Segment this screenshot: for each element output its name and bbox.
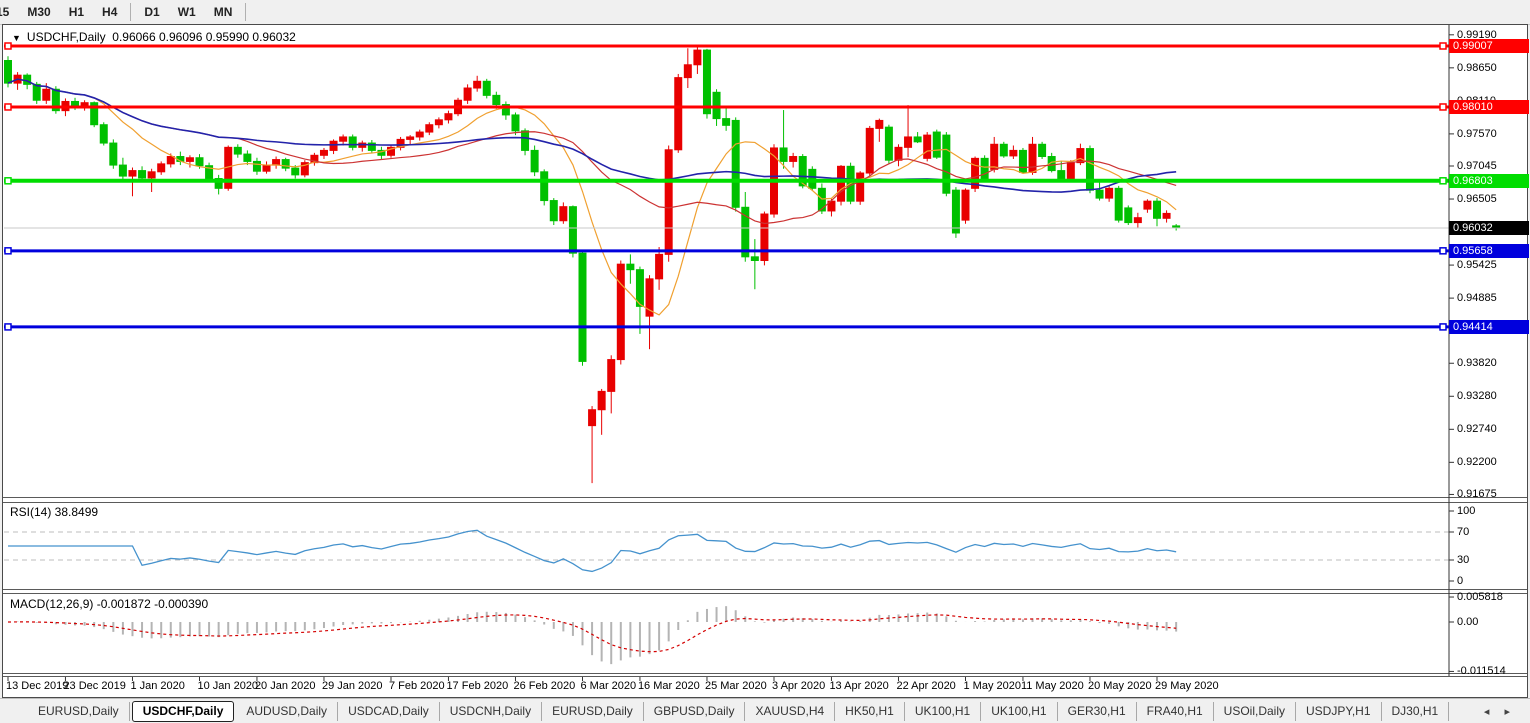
price-axis-tick: 0.95425: [1457, 259, 1497, 272]
price-line-badge: 0.99007: [1449, 39, 1529, 53]
chart-tab-eurusd-daily[interactable]: EURUSD,Daily: [542, 702, 644, 721]
chart-tab-uk100-h1[interactable]: UK100,H1: [981, 702, 1058, 721]
price-axis-tick: 0.97570: [1457, 127, 1497, 140]
price-axis-tick: 0.93820: [1457, 357, 1497, 370]
date-axis-label: 17 Feb 2020: [446, 680, 509, 692]
rsi-label: RSI(14) 38.8499: [10, 505, 99, 519]
date-axis-label: 3 Apr 2020: [772, 680, 826, 692]
chart-ohlc-values: 0.96066 0.96096 0.95990 0.96032: [112, 30, 296, 44]
date-axis-label: 6 Mar 2020: [580, 680, 637, 692]
rsi-axis-tick: 100: [1457, 505, 1476, 517]
timeframe-button-d1[interactable]: D1: [135, 3, 168, 21]
date-axis-label: 26 Feb 2020: [513, 680, 576, 692]
chart-tab-usdchf-daily[interactable]: USDCHF,Daily: [131, 701, 235, 722]
tab-scroll-arrows-icon[interactable]: ◂ ▸: [1470, 705, 1530, 718]
price-line-badge: 0.98010: [1449, 99, 1529, 114]
macd-label: MACD(12,26,9) -0.001872 -0.000390: [10, 597, 209, 611]
macd-axis-tick: -0.011514: [1457, 665, 1506, 678]
date-axis-label: 25 Mar 2020: [704, 680, 767, 692]
date-axis-label: 22 Apr 2020: [896, 680, 956, 692]
timeframe-button-w1[interactable]: W1: [169, 3, 205, 21]
chart-tab-xauusd-h4[interactable]: XAUUSD,H4: [745, 702, 836, 721]
rsi-axis-tick: 30: [1457, 554, 1470, 566]
date-axis-label: 13 Apr 2020: [829, 680, 889, 692]
chart-title: ▼ USDCHF,Daily 0.96066 0.96096 0.95990 0.…: [12, 30, 296, 44]
price-line-badge: 0.95658: [1449, 243, 1529, 258]
toolbar-separator: [245, 3, 247, 21]
date-axis-label: 7 Feb 2020: [389, 680, 445, 692]
macd-axis-tick: 0.00: [1457, 616, 1479, 628]
chart-tab-usdcad-daily[interactable]: USDCAD,Daily: [338, 702, 440, 721]
chart-tab-ger30-h1[interactable]: GER30,H1: [1058, 702, 1137, 721]
rsi-axis-tick: 0: [1457, 575, 1464, 587]
price-line-badge: 0.96803: [1449, 173, 1529, 188]
date-axis-label: 13 Dec 2019: [6, 680, 69, 692]
chart-tab-usdcnh-daily[interactable]: USDCNH,Daily: [440, 702, 543, 721]
chart-dropdown-icon[interactable]: ▼: [12, 33, 21, 43]
price-axis-tick: 0.92200: [1457, 456, 1497, 469]
timeframe-button-15[interactable]: 15: [0, 3, 18, 21]
date-axis-label: 29 Jan 2020: [321, 680, 383, 692]
chart-tab-usoil-daily[interactable]: USOil,Daily: [1214, 702, 1297, 721]
chart-tab-bar: EURUSD,Daily USDCHF,Daily AUDUSD,Daily USDC…: [0, 698, 1530, 723]
price-axis-tick: 0.96505: [1457, 193, 1497, 206]
price-axis-tick: 0.98650: [1457, 61, 1497, 74]
timeframe-button-mn[interactable]: MN: [205, 3, 242, 21]
chart-tab-eurusd-daily[interactable]: EURUSD,Daily: [28, 702, 130, 721]
date-axis-label: 10 Jan 2020: [197, 680, 259, 692]
chart-tab-audusd-daily[interactable]: AUDUSD,Daily: [236, 702, 339, 721]
date-axis-label: 29 May 2020: [1155, 680, 1219, 692]
chart-symbol-label: USDCHF,Daily: [26, 30, 106, 44]
date-axis-label: 20 May 2020: [1087, 680, 1152, 692]
mt4-window: { "toolbar": { "items": [ {"label":"15",…: [0, 0, 1530, 723]
chart-tab-hk50-h1[interactable]: HK50,H1: [835, 702, 905, 721]
chart-tab-gbpusd-daily[interactable]: GBPUSD,Daily: [644, 702, 746, 721]
chart-tab-dj30-h1[interactable]: DJ30,H1: [1382, 702, 1450, 721]
timeframe-button-m30[interactable]: M30: [18, 3, 59, 21]
timeframe-button-h4[interactable]: H4: [93, 3, 126, 21]
date-axis-label: 1 Jan 2020: [130, 680, 185, 692]
price-line-badge: 0.96032: [1449, 220, 1529, 235]
chart-tab-usdjpy-h1[interactable]: USDJPY,H1: [1296, 702, 1382, 721]
chart-window[interactable]: [2, 24, 1528, 698]
price-axis-tick: 0.97045: [1457, 160, 1497, 172]
price-axis-tick: 0.91675: [1457, 488, 1497, 501]
price-axis-tick: 0.92740: [1457, 423, 1497, 436]
timeframe-button-h1[interactable]: H1: [60, 3, 93, 21]
date-axis-label: 23 Dec 2019: [63, 680, 126, 692]
macd-axis-tick: 0.005818: [1457, 591, 1503, 604]
toolbar-separator: [130, 3, 132, 21]
timeframe-toolbar: 15M30H1H4 D1W1MN: [0, 0, 1530, 25]
date-axis-label: 11 May 2020: [1020, 680, 1084, 692]
rsi-axis-tick: 70: [1457, 526, 1470, 538]
date-axis-label: 1 May 2020: [963, 680, 1021, 692]
price-axis-tick: 0.94885: [1457, 292, 1497, 305]
date-axis-label: 20 Jan 2020: [254, 680, 316, 692]
date-axis-label: 16 Mar 2020: [637, 680, 700, 692]
chart-tab-uk100-h1[interactable]: UK100,H1: [905, 702, 982, 721]
chart-tab-fra40-h1[interactable]: FRA40,H1: [1137, 702, 1214, 721]
price-line-badge: 0.94414: [1449, 319, 1529, 334]
price-axis-tick: 0.93280: [1457, 390, 1497, 403]
